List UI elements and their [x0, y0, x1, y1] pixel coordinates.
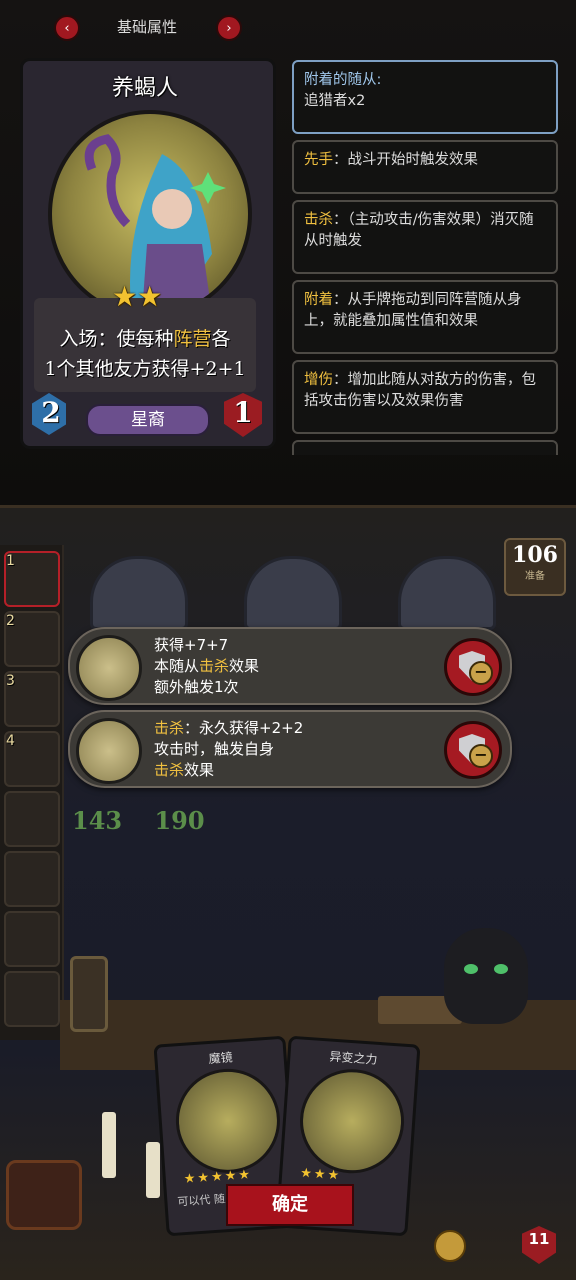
star-rating: ★★	[112, 280, 162, 313]
keyword-more	[292, 440, 558, 455]
attached-title: 附着的随从:	[304, 72, 382, 88]
team-slot-6[interactable]	[4, 851, 60, 907]
keyword-damage-boost: 增伤：增加此随从对敌方的伤害，包括攻击伤害以及效果伤害	[292, 360, 558, 434]
minion-stats: 143 190	[72, 806, 205, 835]
team-slot-7[interactable]	[4, 911, 60, 967]
star-icon: ★★	[112, 280, 163, 313]
keyword-first-strike: 先手：战斗开始时触发效果	[292, 140, 558, 194]
health-value: 1	[233, 396, 253, 429]
team-slot-8[interactable]	[4, 971, 60, 1027]
slot-number: 4	[6, 733, 15, 749]
scythe-icon	[76, 718, 142, 784]
confirm-button[interactable]: 确定	[226, 1184, 354, 1226]
minus-icon: −	[469, 744, 493, 768]
effect-1-text: 获得+7+7 本随从击杀效果 额外触发1次	[154, 636, 260, 696]
card-name: 养蝎人	[111, 76, 178, 101]
team-slot-5[interactable]	[4, 791, 60, 847]
candle-icon	[146, 1142, 160, 1198]
bowl-icon	[6, 1160, 82, 1230]
team-slot-column: 1 2 3 4	[0, 545, 64, 1040]
hand-card-stars: ★★★	[299, 1165, 342, 1184]
minion-attack: 143	[72, 806, 123, 835]
attack-value: 2	[41, 396, 61, 429]
attached-value: 追猎者x2	[304, 93, 366, 109]
remove-effect-1-button[interactable]: −	[444, 638, 502, 696]
minion-card: 养蝎人 ★★ 入场：使每种阵营各 1个其他友方获得+2+1 2 星裔 1	[20, 58, 276, 449]
hand-card-art	[296, 1065, 408, 1177]
card-desc-line-1: 入场：使每种阵营各	[59, 328, 231, 350]
round-number: 106	[512, 542, 558, 568]
coin-icon	[434, 1230, 466, 1262]
chevron-left-icon[interactable]: ‹	[54, 15, 80, 41]
keyword-list[interactable]: 附着的随从: 追猎者x2 先手：战斗开始时触发效果 击杀：（主动攻击/伤害效果）…	[292, 60, 560, 455]
attached-effect-1: 获得+7+7 本随从击杀效果 额外触发1次 −	[68, 627, 512, 705]
tribe-label: 星裔	[86, 404, 210, 436]
round-counter: 106 准备	[504, 538, 566, 596]
keyword-kill: 击杀：（主动攻击/伤害效果）消灭随从时触发	[292, 200, 558, 274]
hand-card-title: 魔镜	[208, 1050, 234, 1067]
hand-card-art	[172, 1065, 284, 1177]
panel-title: 基础属性	[116, 18, 177, 36]
card-info-panel: ‹ 基础属性 › 养蝎人 ★★ 入场：使每种阵营各 1个其他友方获得+2+1 2…	[0, 0, 576, 508]
round-label: 准备	[525, 571, 545, 582]
hand-card-title: 异变之力	[328, 1049, 378, 1067]
panel-header: ‹ 基础属性 ›	[0, 0, 576, 52]
card-desc-line-2: 1个其他友方获得+2+1	[44, 358, 246, 380]
attached-minions-box: 附着的随从: 追猎者x2	[292, 60, 558, 134]
remove-effect-2-button[interactable]: −	[444, 721, 502, 779]
player-health-value: 11	[528, 1230, 550, 1248]
candle-icon	[102, 1112, 116, 1178]
effect-2-text: 击杀：永久获得+2+2 攻击时，触发自身 击杀效果	[154, 719, 304, 779]
black-cat-icon	[444, 928, 528, 1024]
minion-health: 190	[154, 806, 205, 835]
slot-number: 3	[6, 673, 15, 689]
slot-number: 1	[6, 553, 15, 569]
slot-number: 2	[6, 613, 15, 629]
hourglass-icon	[70, 956, 108, 1032]
keyword-attach: 附着：从手牌拖动到同阵营随从身上，就能叠加属性值和效果	[292, 280, 558, 354]
chevron-right-icon[interactable]: ›	[216, 15, 242, 41]
bell-icon	[76, 635, 142, 701]
attached-effect-2: 击杀：永久获得+2+2 攻击时，触发自身 击杀效果 −	[68, 710, 512, 788]
minus-icon: −	[469, 661, 493, 685]
